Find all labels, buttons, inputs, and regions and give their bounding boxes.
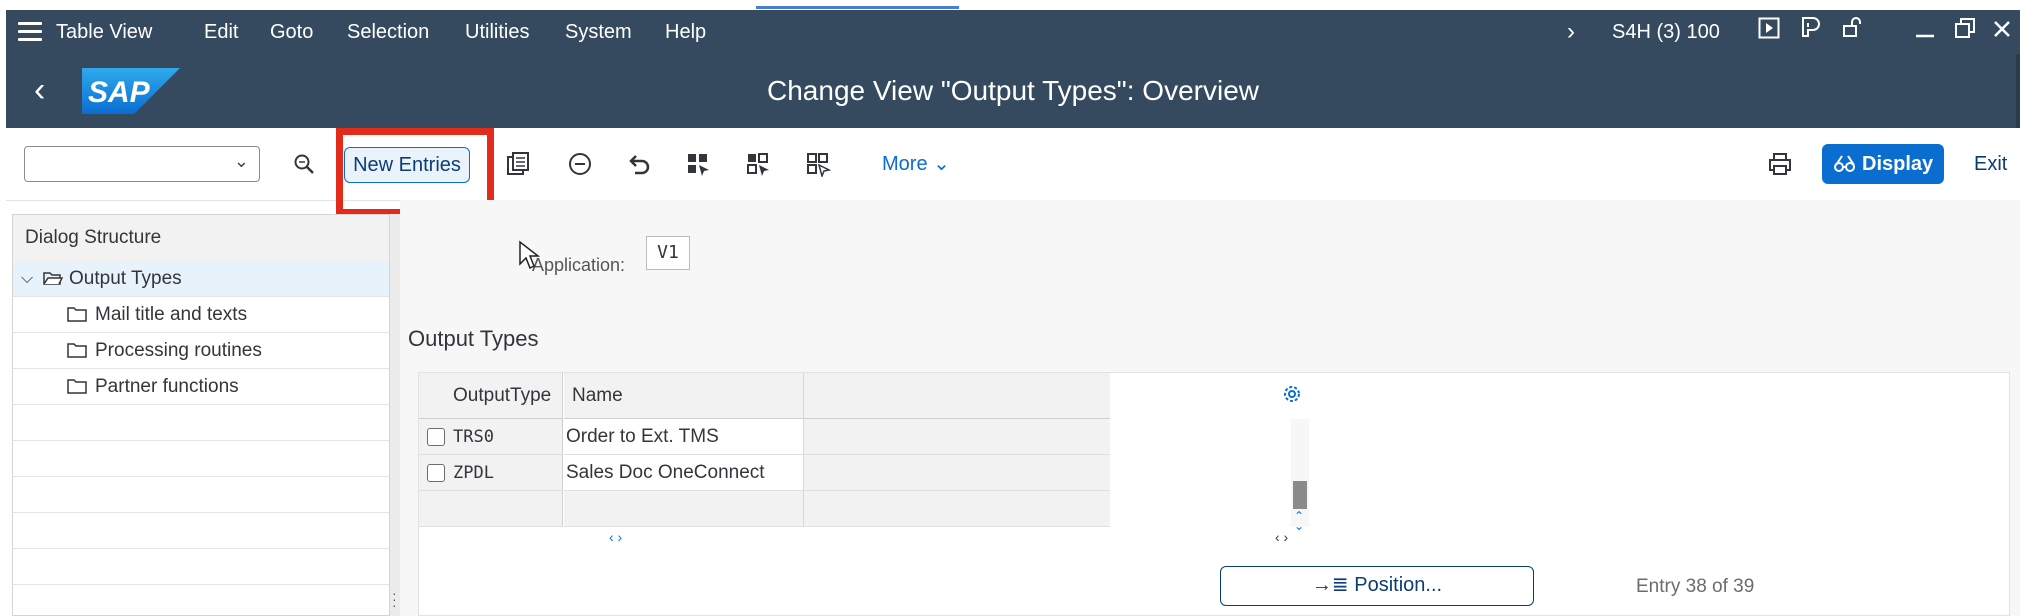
command-field[interactable]: ⌄ [24, 146, 260, 182]
chevron-down-icon: ⌄ [933, 153, 950, 175]
tree-empty-row [13, 441, 389, 477]
vertical-scrollbar[interactable]: ⌃ ⌄ [1291, 419, 1309, 532]
cell-empty [804, 491, 1110, 527]
focus-accent [756, 6, 959, 9]
more-label: More [882, 153, 928, 175]
menu-table-view[interactable]: Table View [56, 10, 152, 54]
empty-header [804, 373, 1110, 419]
cell-output-type[interactable]: TRS0 [453, 419, 563, 455]
tree-empty-row [13, 549, 389, 585]
menu-selection[interactable]: Selection [347, 10, 429, 54]
tree-item-processing-routines[interactable]: Processing routines [13, 333, 389, 369]
menu-help[interactable]: Help [665, 10, 706, 54]
cell-empty [453, 491, 563, 527]
close-icon[interactable] [1988, 10, 2016, 54]
position-label: Position... [1354, 574, 1443, 596]
mouse-cursor-icon [519, 240, 540, 270]
drag-handle-icon[interactable]: · · · [392, 586, 397, 612]
position-icon: →≣ [1311, 574, 1355, 596]
cell-output-type[interactable]: ZPDL [453, 455, 563, 491]
cell-empty [804, 419, 1110, 455]
menu-icon[interactable] [18, 22, 42, 42]
print-icon[interactable] [1762, 146, 1798, 182]
folder-icon [67, 343, 87, 358]
layout-icon[interactable] [1796, 10, 1826, 54]
folder-open-icon [43, 272, 63, 285]
deselect-all-icon[interactable] [800, 146, 836, 182]
row-selector [419, 491, 453, 527]
menu-edit[interactable]: Edit [204, 10, 238, 54]
row-selector[interactable] [419, 455, 453, 491]
chevron-down-icon[interactable]: ⌵ [21, 261, 33, 297]
select-column-header [419, 373, 453, 419]
undo-icon[interactable] [622, 146, 658, 182]
tree-item-label: Output Types [69, 268, 182, 289]
copy-icon[interactable] [500, 146, 536, 182]
tree-item-label: Mail title and texts [95, 304, 248, 325]
row-checkbox[interactable] [427, 428, 445, 446]
dialog-structure-panel: Dialog Structure ⌵ Output Types Mail tit… [12, 214, 390, 616]
tree-item-label: Processing routines [95, 340, 262, 361]
display-label: Display [1862, 153, 1934, 175]
toolbar: ⌄ New Entries More ⌄ Display Exit [6, 128, 2020, 216]
minimize-icon[interactable] [1910, 10, 1940, 54]
scroll-up-down-icon[interactable]: ⌃ ⌄ [1294, 510, 1304, 532]
glasses-icon [1834, 155, 1855, 172]
folder-icon [67, 307, 87, 322]
select-block-icon[interactable] [740, 146, 776, 182]
chevron-down-icon[interactable]: ⌄ [234, 151, 249, 172]
menu-bar: Table View Edit Goto Selection Utilities… [6, 10, 2020, 54]
top-strip [0, 0, 2026, 10]
restore-icon[interactable] [1950, 10, 1980, 54]
menu-system[interactable]: System [565, 10, 632, 54]
menu-utilities[interactable]: Utilities [465, 10, 529, 54]
lock-open-icon[interactable] [1838, 10, 1868, 54]
h-scroll-arrows[interactable]: ‹ › [609, 529, 622, 545]
title-bar: ‹ SAP Change View "Output Types": Overvi… [6, 54, 2020, 128]
entry-count: Entry 38 of 39 [1636, 576, 1755, 597]
tree-item-mail-title[interactable]: Mail title and texts [13, 297, 389, 333]
panel-splitter[interactable]: · · · [390, 214, 400, 616]
row-checkbox[interactable] [427, 464, 445, 482]
system-id: S4H (3) 100 [1612, 21, 1720, 43]
column-label: OutputType [453, 385, 552, 406]
column-header-name[interactable]: Name [564, 373, 804, 419]
menu-goto[interactable]: Goto [270, 10, 313, 54]
exit-button[interactable]: Exit [1974, 146, 2007, 182]
tree-item-partner-functions[interactable]: Partner functions [13, 369, 389, 405]
title-edge [2016, 54, 2020, 128]
page-title: Change View "Output Types": Overview [767, 75, 1259, 106]
delete-icon[interactable] [562, 146, 598, 182]
more-button[interactable]: More ⌄ [882, 146, 950, 182]
cell-name[interactable]: Order to Ext. TMS [564, 419, 804, 455]
h-scroll-arrows-right[interactable]: ‹ › [1275, 529, 1288, 545]
output-types-table: OutputType Name TRS0 Order to Ext. TMS Z… [419, 373, 1312, 551]
chevron-right-icon[interactable]: › [1558, 10, 1584, 54]
select-all-icon[interactable] [680, 146, 716, 182]
column-header-output-type[interactable]: OutputType [453, 373, 563, 419]
main-area: Application: V1 Output Types OutputType … [400, 200, 2020, 616]
tree-item-label: Partner functions [95, 376, 239, 397]
table-settings-icon[interactable] [1281, 383, 1303, 405]
cell-empty [804, 455, 1110, 491]
play-icon[interactable] [1754, 10, 1784, 54]
dialog-structure-heading: Dialog Structure [13, 215, 389, 261]
find-icon[interactable] [286, 146, 322, 182]
display-button[interactable]: Display [1822, 144, 1944, 184]
row-selector[interactable] [419, 419, 453, 455]
section-title: Output Types [408, 326, 539, 351]
output-types-table-container: OutputType Name TRS0 Order to Ext. TMS Z… [418, 372, 2010, 616]
application-field[interactable]: V1 [646, 236, 690, 270]
column-label: Name [572, 385, 623, 406]
cell-empty [564, 491, 804, 527]
tree-empty-row [13, 513, 389, 549]
application-label: Application: [532, 255, 626, 275]
tree-item-output-types[interactable]: ⌵ Output Types [13, 261, 389, 297]
tree-empty-row [13, 477, 389, 513]
scrollbar-thumb[interactable] [1293, 481, 1307, 509]
tree-empty-row [13, 405, 389, 441]
cell-name[interactable]: Sales Doc OneConnect [564, 455, 804, 491]
position-button[interactable]: →≣ Position... [1220, 566, 1534, 606]
folder-icon [67, 379, 87, 394]
